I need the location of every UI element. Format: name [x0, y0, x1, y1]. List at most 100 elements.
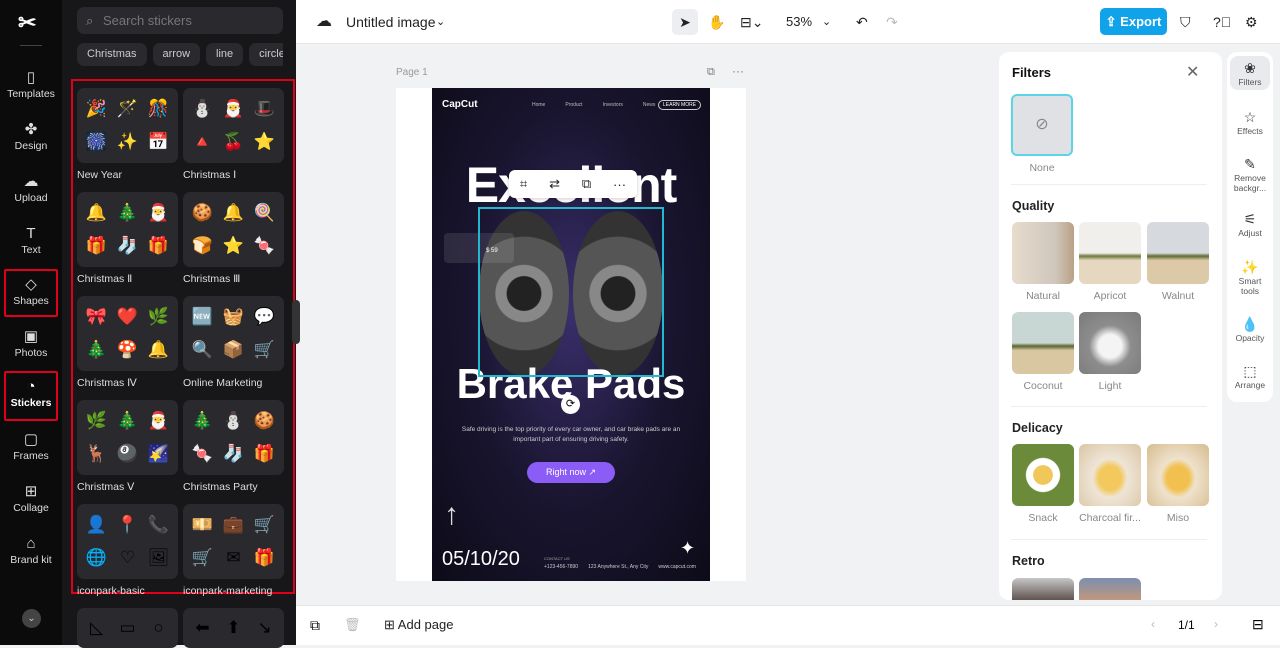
sticker-category-card[interactable]: 👤 📍 📞 🌐 ♡ 🖼	[77, 504, 178, 579]
delete-icon[interactable]: 🗑	[344, 617, 361, 633]
replace-icon[interactable]: ⇄	[549, 176, 560, 192]
chip[interactable]: arrow	[152, 43, 201, 66]
panel-collapse-handle[interactable]	[292, 300, 300, 344]
undo-icon[interactable]: ↶	[856, 0, 868, 44]
filter-light[interactable]: Light	[1079, 312, 1141, 392]
sticker-category-card[interactable]: 🍪 🔔 🍭 🍞 ⭐ 🍬	[183, 192, 284, 267]
add-page-button[interactable]: ⊞ Add page	[384, 617, 453, 633]
next-page-icon[interactable]: ›	[1214, 617, 1218, 631]
collapse-chevron-icon[interactable]: ⌄	[22, 609, 41, 628]
sticker-category-card[interactable]: 💴 💼 🛒 🛒 ✉ 🎁	[183, 504, 284, 579]
filter-walnut[interactable]: Walnut	[1147, 222, 1209, 302]
filter-snack[interactable]: Snack	[1012, 444, 1074, 524]
sticker-category-card[interactable]: 🎉 🪄 🎊 🎆 ✨ 📅	[77, 88, 178, 163]
sticker-thumb[interactable]: 🎄	[192, 411, 213, 431]
layout-icon[interactable]: ⊟⌄	[740, 0, 763, 44]
rotate-handle-icon[interactable]: ⟳	[561, 395, 580, 414]
duplicate-icon[interactable]: ⧉	[582, 176, 591, 192]
chip[interactable]: line	[206, 43, 244, 66]
sticker-thumb[interactable]: 🎁	[148, 236, 169, 256]
rail-templates[interactable]: ▯ Templates	[4, 64, 58, 112]
sticker-thumb[interactable]: 🎊	[148, 99, 169, 119]
sticker-thumb[interactable]: ◺	[90, 618, 103, 638]
sticker-thumb[interactable]: 🎆	[86, 132, 107, 152]
sticker-thumb[interactable]: 📍	[117, 515, 138, 535]
document-title[interactable]: Untitled image	[346, 0, 436, 44]
filter-coconut[interactable]: Coconut	[1012, 312, 1074, 392]
tool-filters[interactable]: ❀ Filters	[1230, 56, 1270, 90]
rail-shapes[interactable]: ◇ Shapes	[4, 269, 58, 317]
sticker-thumb[interactable]: 🔔	[148, 340, 169, 360]
sticker-thumb[interactable]: 🎩	[254, 99, 275, 119]
sticker-thumb[interactable]: 🎁	[86, 236, 107, 256]
sticker-thumb[interactable]: 🎅	[148, 411, 169, 431]
sticker-thumb[interactable]: ⭐	[254, 132, 275, 152]
filter-none[interactable]: ⊘ None	[1011, 94, 1073, 174]
duplicate-page-icon[interactable]: ⧉	[707, 66, 715, 79]
sticker-thumb[interactable]: 🌿	[148, 307, 169, 327]
title-chevron-icon[interactable]: ⌄	[436, 0, 445, 44]
sticker-thumb[interactable]: 🍭	[254, 203, 275, 223]
sticker-thumb[interactable]: ✉	[226, 548, 240, 568]
sticker-thumb[interactable]: 🍄	[117, 340, 138, 360]
sticker-thumb[interactable]: 🔺	[192, 132, 213, 152]
sticker-thumb[interactable]: ✨	[117, 132, 138, 152]
sticker-category-label[interactable]: Christmas Ⅱ	[77, 273, 132, 285]
capcut-logo[interactable]: ✂	[18, 10, 36, 36]
sticker-thumb[interactable]: 🔔	[86, 203, 107, 223]
export-button[interactable]: ⇪ Export	[1100, 8, 1167, 35]
sticker-thumb[interactable]: ♡	[120, 548, 135, 568]
sticker-thumb[interactable]: 🍞	[192, 236, 213, 256]
filter-apricot[interactable]: Apricot	[1079, 222, 1141, 302]
sticker-thumb[interactable]: 🍒	[223, 132, 244, 152]
sticker-thumb[interactable]: 🎄	[86, 340, 107, 360]
shield-icon[interactable]: ⛉	[1180, 0, 1191, 44]
sticker-thumb[interactable]: ⬆	[226, 618, 240, 638]
close-icon[interactable]: ✕	[1186, 62, 1199, 82]
sticker-thumb[interactable]: 💼	[223, 515, 244, 535]
sticker-thumb[interactable]: 🛒	[254, 515, 275, 535]
sticker-category-card[interactable]: 🔔 🎄 🎅 🎁 🧦 🎁	[77, 192, 178, 267]
sticker-category-card[interactable]: 🎀 ❤️ 🌿 🎄 🍄 🔔	[77, 296, 178, 371]
rail-design[interactable]: ✤ Design	[4, 116, 58, 164]
sticker-thumb[interactable]: 🍪	[254, 411, 275, 431]
rail-frames[interactable]: ▢ Frames	[4, 426, 58, 474]
sticker-thumb[interactable]: 🎅	[148, 203, 169, 223]
sticker-category-card[interactable]: 🎄 ⛄ 🍪 🍬 🧦 🎁	[183, 400, 284, 475]
filter-natural[interactable]: Natural	[1012, 222, 1074, 302]
rail-brand-kit[interactable]: ⌂ Brand kit	[4, 530, 58, 580]
sticker-thumb[interactable]: 🌠	[148, 444, 169, 464]
sticker-category-card[interactable]: 🆕 🧺 💬 🔍 📦 🛒	[183, 296, 284, 371]
sticker-thumb[interactable]: 🆕	[192, 307, 213, 327]
chip[interactable]: circle	[249, 43, 283, 66]
sticker-thumb[interactable]: 🍪	[192, 203, 213, 223]
sticker-thumb[interactable]: 🎄	[117, 411, 138, 431]
select-tool-icon[interactable]: ➤	[672, 9, 698, 35]
sticker-thumb[interactable]: 📅	[148, 132, 169, 152]
zoom-level[interactable]: 53%	[786, 0, 812, 44]
sticker-category-label[interactable]: iconpark-basic	[77, 585, 145, 597]
rail-stickers[interactable]: ◔ Stickers	[4, 371, 58, 421]
sticker-category-card[interactable]: ◺ ▭ ○	[77, 608, 178, 648]
sticker-thumb[interactable]: 🧺	[223, 307, 244, 327]
more-options-icon[interactable]: ···	[732, 64, 744, 78]
sticker-thumb[interactable]: 🔔	[223, 203, 244, 223]
sticker-category-label[interactable]: Christmas Ⅲ	[183, 273, 240, 285]
sticker-thumb[interactable]: 🎁	[254, 444, 275, 464]
sticker-thumb[interactable]: 💴	[192, 515, 213, 535]
rail-text[interactable]: T Text	[4, 220, 58, 268]
tool-smart-tools[interactable]: ✨ Smart tools	[1230, 258, 1270, 296]
filter-miso[interactable]: Miso	[1147, 444, 1209, 524]
sticker-thumb[interactable]: 🎀	[86, 307, 107, 327]
pages-panel-icon[interactable]: ⊟	[1252, 616, 1264, 633]
sticker-thumb[interactable]: 📦	[223, 340, 244, 360]
tool-arrange[interactable]: ⬚ Arrange	[1230, 362, 1270, 390]
sticker-category-label[interactable]: Christmas Party	[183, 481, 258, 493]
cloud-icon[interactable]: ☁	[316, 0, 332, 44]
sticker-thumb[interactable]: 🌐	[86, 548, 107, 568]
tool-effects[interactable]: ☆ Effects	[1230, 108, 1270, 136]
more-icon[interactable]: ···	[613, 177, 626, 192]
sticker-thumb[interactable]: ⬅	[195, 618, 209, 638]
help-icon[interactable]: ?⃝	[1213, 0, 1231, 44]
sticker-thumb[interactable]: ▭	[119, 618, 135, 638]
